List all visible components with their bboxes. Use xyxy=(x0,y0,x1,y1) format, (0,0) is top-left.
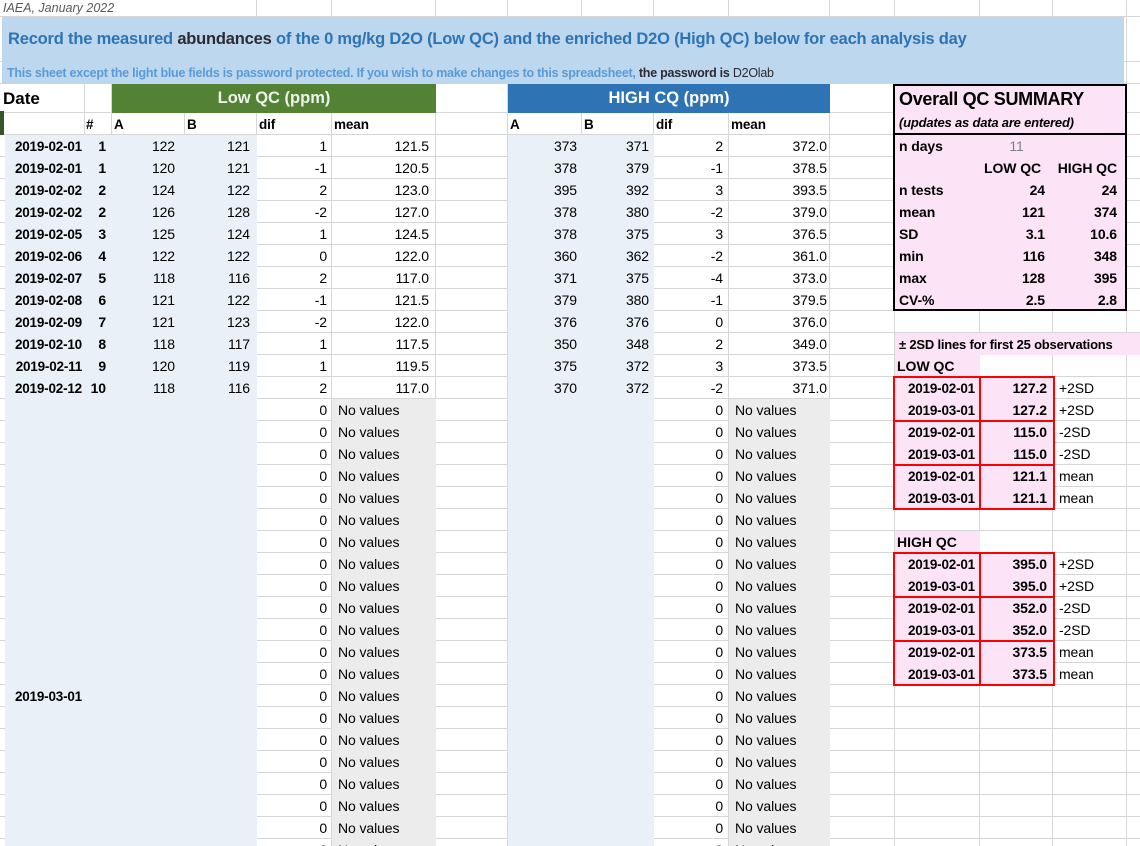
sd-value-cell: 352.0 xyxy=(981,619,1053,641)
sd-lines-rows: 2019-02-01127.2+2SD2019-03-01127.2+2SD20… xyxy=(0,0,1140,846)
sd-date-cell: 2019-02-01 xyxy=(894,597,979,619)
sd-tag-label: +2SD xyxy=(1057,575,1137,597)
sd-value-cell: 373.5 xyxy=(981,663,1053,685)
sd-date-cell: 2019-03-01 xyxy=(894,399,979,421)
sd-value-cell: 127.2 xyxy=(981,399,1053,421)
sd-date-cell: 2019-03-01 xyxy=(894,575,979,597)
sd-value-cell: 115.0 xyxy=(981,443,1053,465)
sd-tag-label: -2SD xyxy=(1057,619,1137,641)
sd-date-cell: 2019-03-01 xyxy=(894,619,979,641)
sd-tag-label: -2SD xyxy=(1057,597,1137,619)
sd-tag-label: mean xyxy=(1057,465,1137,487)
sd-tag-label: mean xyxy=(1057,663,1137,685)
sd-tag-label: -2SD xyxy=(1057,421,1137,443)
sd-date-cell: 2019-03-01 xyxy=(894,443,979,465)
sd-value-cell: 352.0 xyxy=(981,597,1053,619)
sd-date-cell: 2019-02-01 xyxy=(894,641,979,663)
sd-value-cell: 395.0 xyxy=(981,575,1053,597)
sd-value-cell: 115.0 xyxy=(981,421,1053,443)
sd-tag-label: +2SD xyxy=(1057,553,1137,575)
sd-date-cell: 2019-02-01 xyxy=(894,553,979,575)
sd-date-cell: 2019-02-01 xyxy=(894,465,979,487)
sd-date-cell: 2019-03-01 xyxy=(894,663,979,685)
sd-date-cell: 2019-02-01 xyxy=(894,421,979,443)
sd-value-cell: 395.0 xyxy=(981,553,1053,575)
sd-value-cell: 373.5 xyxy=(981,641,1053,663)
sd-tag-label: mean xyxy=(1057,487,1137,509)
sd-tag-label: mean xyxy=(1057,641,1137,663)
sd-value-cell: 121.1 xyxy=(981,465,1053,487)
sd-value-cell: 121.1 xyxy=(981,487,1053,509)
sd-value-cell: 127.2 xyxy=(981,377,1053,399)
sd-tag-label: +2SD xyxy=(1057,377,1137,399)
sd-tag-label: -2SD xyxy=(1057,443,1137,465)
sd-date-cell: 2019-03-01 xyxy=(894,487,979,509)
sd-date-cell: 2019-02-01 xyxy=(894,377,979,399)
spreadsheet: IAEA, January 2022 Record the measured a… xyxy=(0,0,1140,846)
sd-tag-label: +2SD xyxy=(1057,399,1137,421)
